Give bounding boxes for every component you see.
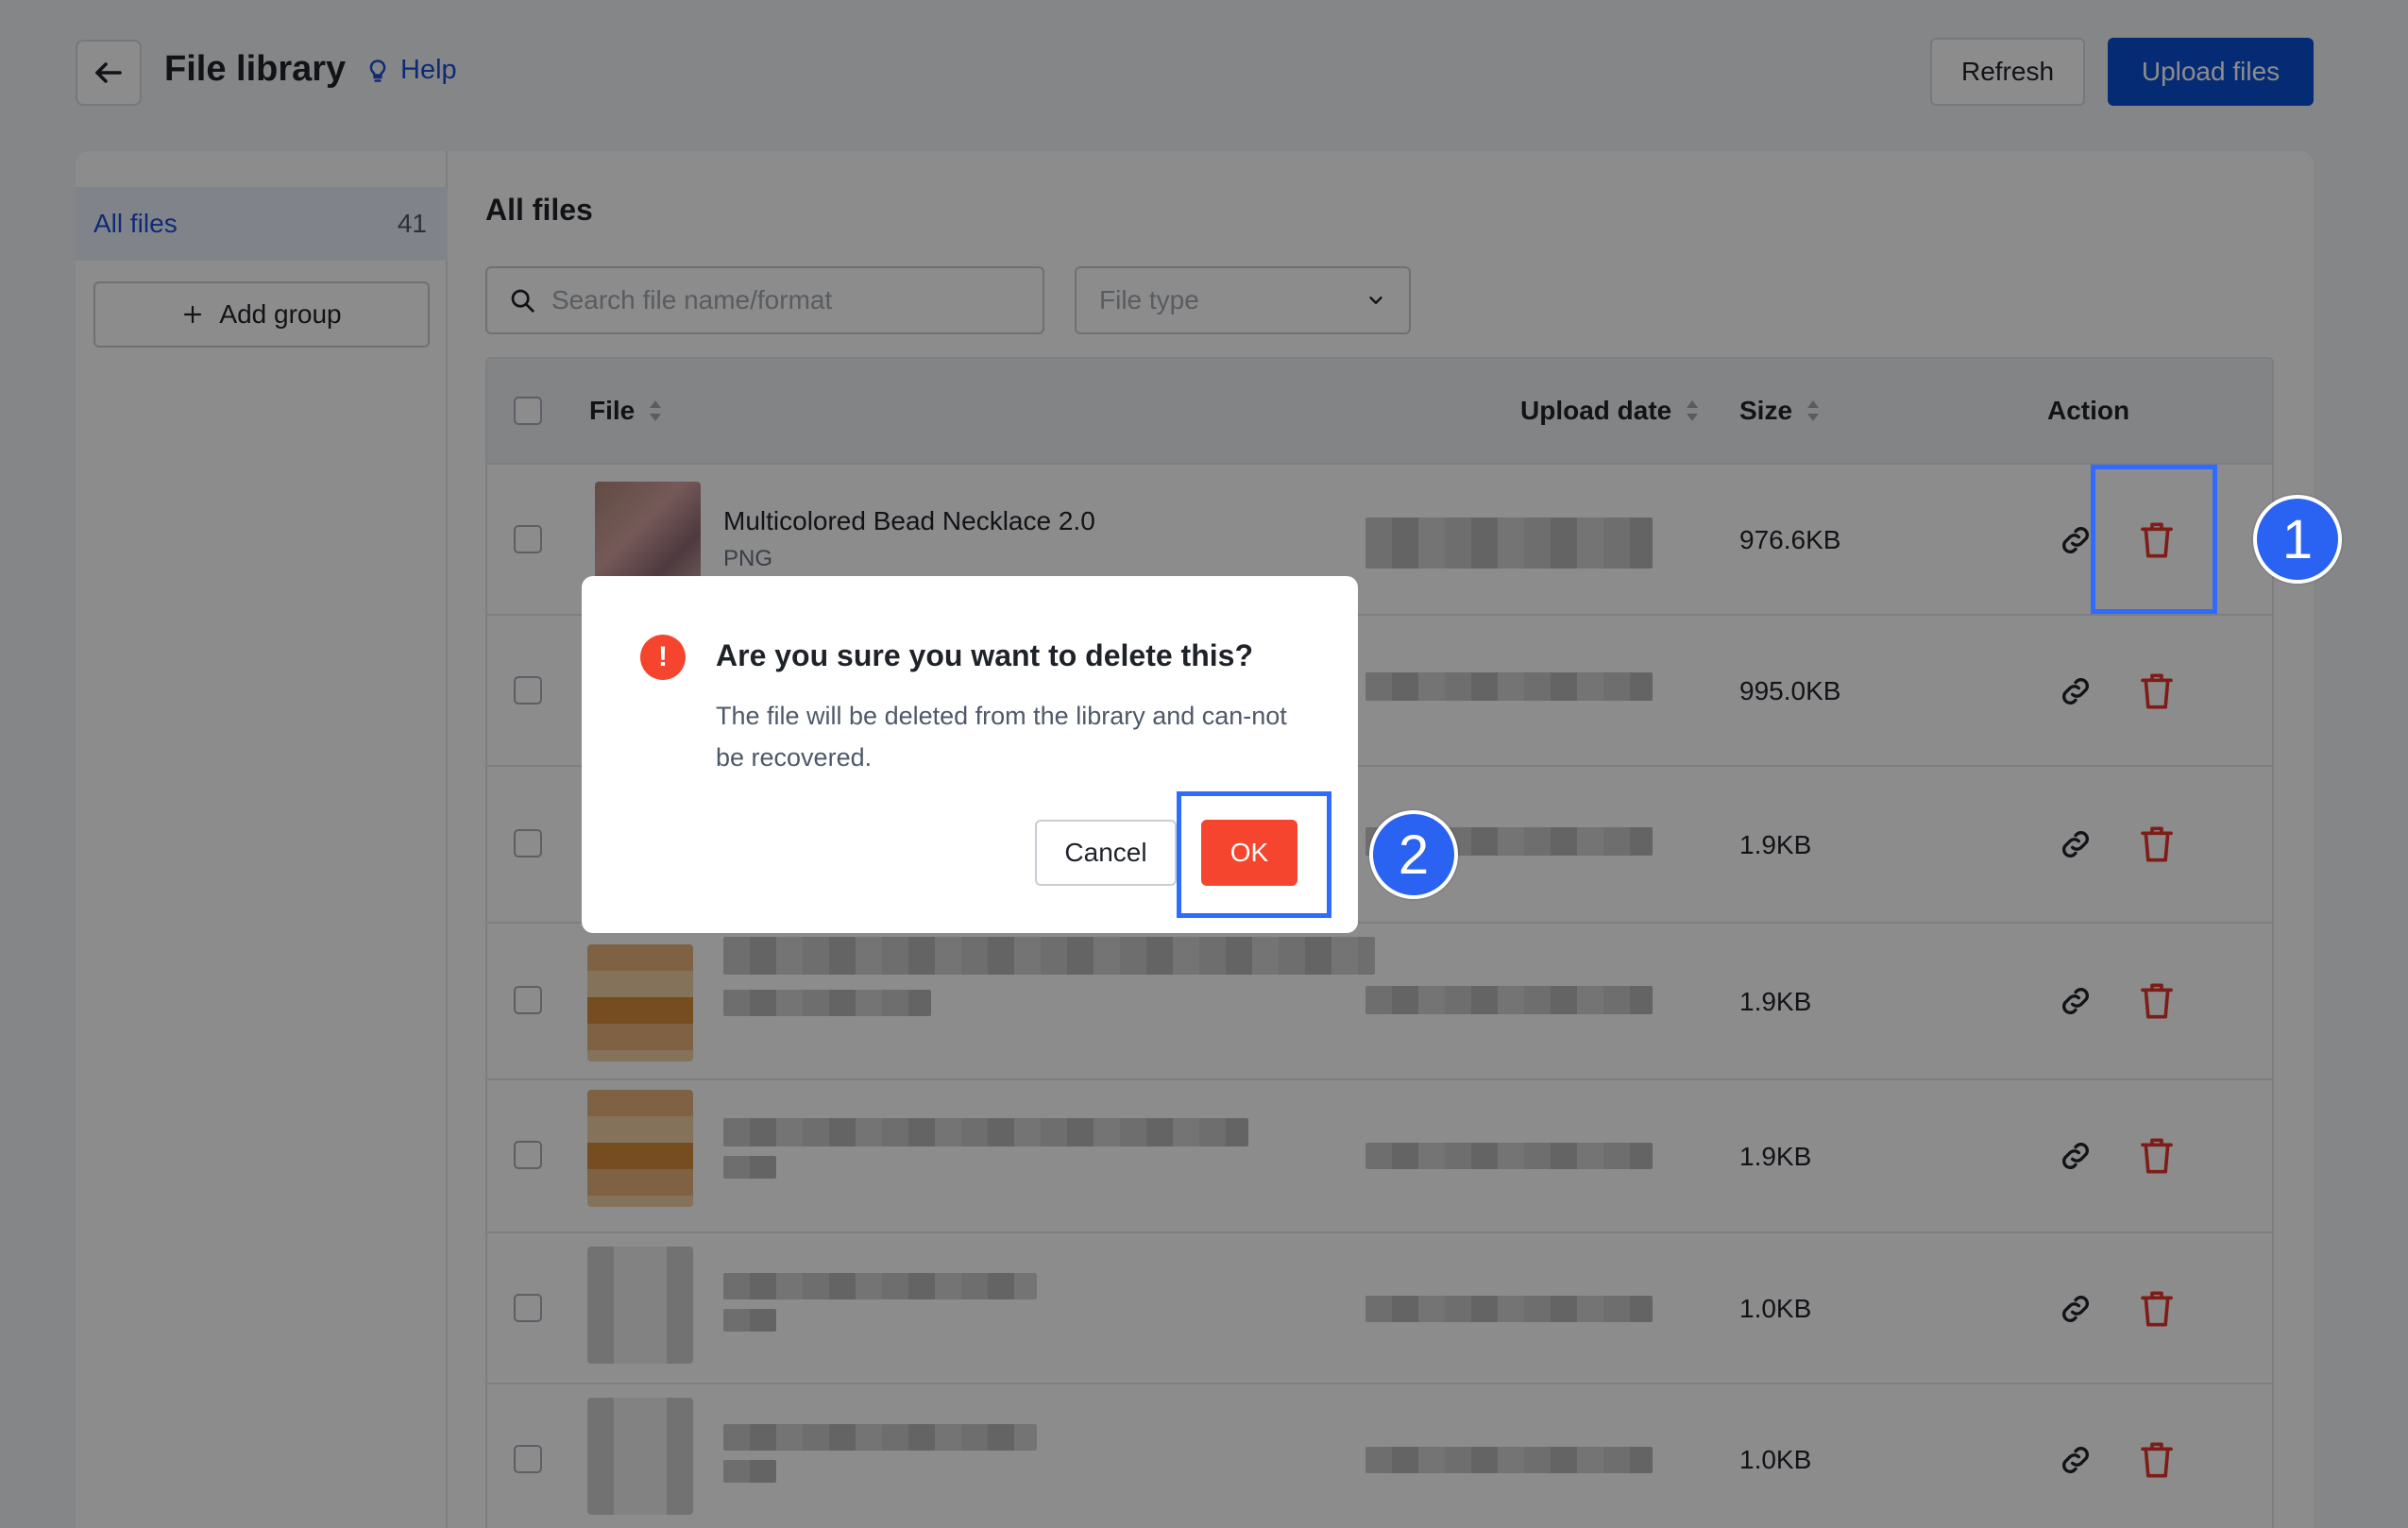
step-badge-1: 1 [2253,495,2342,584]
exclamation-icon: ! [640,635,686,680]
dialog-title: Are you sure you want to delete this? [716,638,1253,672]
dialog-message: The file will be deleted from the librar… [716,702,1287,772]
highlight-box-delete [2091,465,2217,614]
cancel-button[interactable]: Cancel [1035,820,1177,886]
step-badge-2: 2 [1369,810,1458,899]
highlight-box-ok [1177,791,1331,918]
